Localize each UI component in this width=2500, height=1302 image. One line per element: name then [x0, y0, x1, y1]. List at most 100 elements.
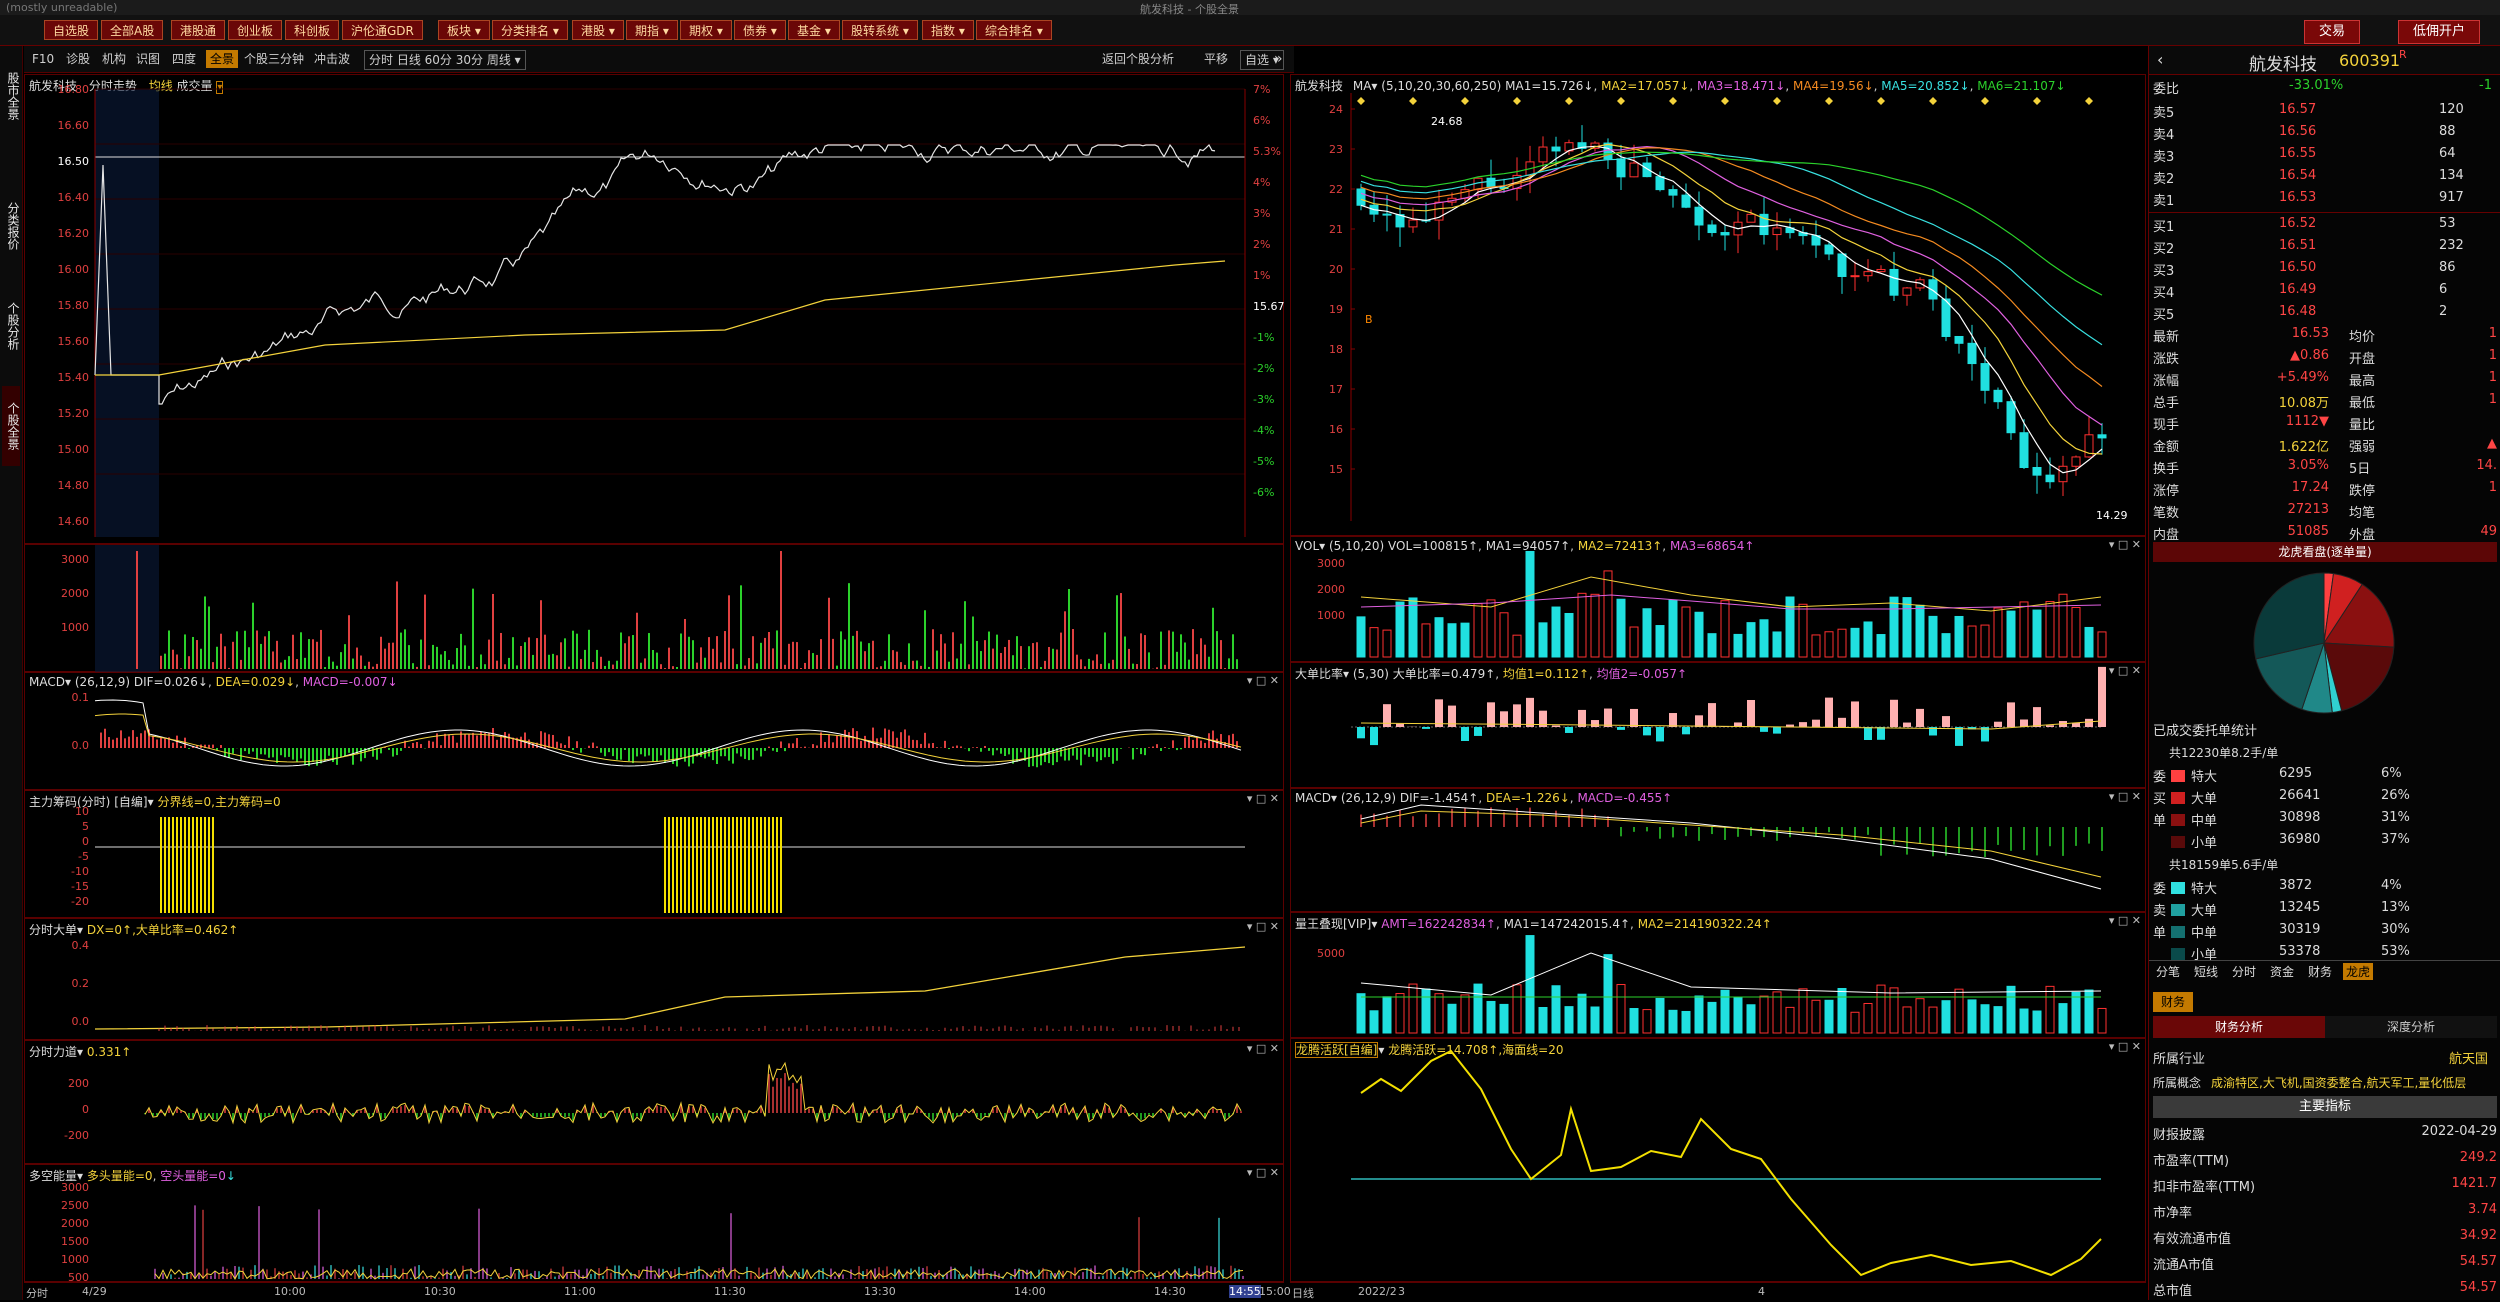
- quote-tab-2[interactable]: 分时: [2229, 963, 2259, 980]
- sell-level[interactable]: 卖116.53917: [2149, 190, 2500, 212]
- open-account-button[interactable]: 低佣开户: [2398, 20, 2480, 44]
- sell-level[interactable]: 卖216.54134: [2149, 168, 2500, 190]
- toolbar-item-5[interactable]: 沪伦通GDR: [342, 20, 423, 40]
- ratio-bar: [2020, 719, 2028, 727]
- rvol-bar: [1409, 598, 1417, 657]
- quote-tab-0[interactable]: 分笔: [2153, 963, 2183, 980]
- f10-button[interactable]: F10: [32, 50, 54, 68]
- finance-tab[interactable]: 财务: [2153, 992, 2193, 1012]
- ratio-bar: [1435, 699, 1443, 727]
- toolbar-item-14[interactable]: 指数 ▾: [922, 20, 974, 40]
- toolbar-item-15[interactable]: 综合排名 ▾: [976, 20, 1052, 40]
- pct-tick: 4%: [1253, 176, 1270, 189]
- back-button[interactable]: 返回个股分析: [1102, 50, 1174, 68]
- toolbar-item-8[interactable]: 港股 ▾: [572, 20, 624, 40]
- toolbar-item-11[interactable]: 债券 ▾: [734, 20, 786, 40]
- period-selector[interactable]: 分时 日线 60分 30分 周线 ▾: [364, 50, 526, 70]
- quanjing-button[interactable]: 全景: [206, 50, 238, 68]
- sell-total-text: 共18159单5.6手/单: [2169, 858, 2278, 872]
- dadan-chart[interactable]: 0.40.20.0: [25, 919, 1285, 1041]
- zhuli-chart[interactable]: 1050-5-10-15-20: [25, 791, 1285, 919]
- period-3[interactable]: 30分: [456, 53, 487, 67]
- kline-candle: [1903, 288, 1911, 295]
- pct-tick: 2%: [1253, 238, 1270, 251]
- quote-tab-1[interactable]: 短线: [2191, 963, 2221, 980]
- sell-level[interactable]: 卖416.5688: [2149, 124, 2500, 146]
- buy-level[interactable]: 买216.51232: [2149, 238, 2500, 260]
- rvol-bar: [1877, 635, 1885, 657]
- toolbar-item-7[interactable]: 分类排名 ▾: [492, 20, 568, 40]
- back-arrow-icon[interactable]: ‹: [2157, 50, 2163, 69]
- expand-icon[interactable]: »: [1274, 50, 1283, 68]
- pan-button[interactable]: 平移: [1204, 50, 1228, 68]
- toolbar-item-9[interactable]: 期指 ▾: [626, 20, 678, 40]
- trade-button[interactable]: 交易: [2304, 20, 2360, 44]
- tab-stock-analysis[interactable]: 个股分析: [2, 286, 20, 366]
- period-4[interactable]: 周线 ▾: [487, 53, 521, 67]
- sidu-button[interactable]: 四度: [172, 50, 196, 68]
- sell-level[interactable]: 卖316.5564: [2149, 146, 2500, 168]
- liangwang-chart[interactable]: 5000: [1291, 913, 2147, 1039]
- toolbar-item-0[interactable]: 自选股: [44, 20, 98, 40]
- lw-bar: [1773, 992, 1781, 1033]
- ma-line: [1361, 146, 2102, 472]
- deep-analysis-tab[interactable]: 深度分析: [2325, 1016, 2497, 1038]
- stat-label: 现手: [2153, 414, 2179, 433]
- jigou-button[interactable]: 机构: [102, 50, 126, 68]
- toolbar-item-3[interactable]: 创业板: [228, 20, 282, 40]
- chongjibo-button[interactable]: 冲击波: [314, 50, 350, 68]
- level-label: 买2: [2153, 238, 2174, 257]
- stat-label: 强弱: [2349, 436, 2375, 455]
- ratio-bar: [1747, 700, 1755, 727]
- toolbar-item-4[interactable]: 科创板: [285, 20, 339, 40]
- intraday-chart[interactable]: 16.8016.6016.5016.4016.2016.0015.8015.60…: [25, 75, 1285, 545]
- toolbar-item-13[interactable]: 股转系统 ▾: [842, 20, 918, 40]
- longteng-chart[interactable]: [1291, 1039, 2147, 1283]
- period-0[interactable]: 分时: [369, 53, 397, 67]
- kline-candle: [1994, 390, 2002, 401]
- toolbar-item-10[interactable]: 期权 ▾: [680, 20, 732, 40]
- toolbar-item-1[interactable]: 全部A股: [101, 20, 163, 40]
- buy-level[interactable]: 买316.5086: [2149, 260, 2500, 282]
- macd-right-chart[interactable]: [1291, 789, 2147, 913]
- vol-chart[interactable]: 300020001000: [1291, 537, 2147, 663]
- buy-level[interactable]: 买416.496: [2149, 282, 2500, 304]
- buy-level[interactable]: 买116.5253: [2149, 216, 2500, 238]
- quote-tab-4[interactable]: 财务: [2305, 963, 2335, 980]
- diamond-marker: [1513, 97, 1521, 105]
- stat-value: +5.49%: [2269, 370, 2329, 385]
- weibi-value: -33.01%: [2289, 78, 2343, 93]
- duokong-chart[interactable]: 30002500200015001000500: [25, 1165, 1285, 1283]
- rvol-bar: [2046, 602, 2054, 657]
- period-2[interactable]: 60分: [425, 53, 456, 67]
- fin-analysis-tab[interactable]: 财务分析: [2153, 1016, 2325, 1038]
- lw-bar: [1994, 1007, 2002, 1033]
- zhengu-button[interactable]: 诊股: [66, 50, 90, 68]
- tab-stock-panorama[interactable]: 个股全景: [2, 386, 20, 466]
- toolbar-item-2[interactable]: 港股通: [171, 20, 225, 40]
- kline-candle: [2046, 475, 2054, 482]
- rvol-tick: 2000: [1317, 583, 1345, 596]
- tab-category[interactable]: 分类报价: [2, 186, 20, 266]
- quote-tab-3[interactable]: 资金: [2267, 963, 2297, 980]
- macd-left-chart[interactable]: 0.10.0: [25, 673, 1285, 791]
- vol-panel: VOL▾ (5,10,20) VOL=100815↑, MA1=94057↑, …: [1290, 536, 2146, 662]
- fin-label: 市净率: [2153, 1202, 2192, 1221]
- quote-tab-5[interactable]: 龙虎: [2343, 963, 2373, 980]
- toolbar-item-6[interactable]: 板块 ▾: [438, 20, 490, 40]
- dadanratio-chart[interactable]: [1291, 663, 2147, 789]
- toolbar-item-12[interactable]: 基金 ▾: [788, 20, 840, 40]
- fin-value: 249.2: [2460, 1150, 2497, 1165]
- rvol-tick: 3000: [1317, 557, 1345, 570]
- period-1[interactable]: 日线: [397, 53, 425, 67]
- kline-chart[interactable]: 2423222120191817161524.6814.29B: [1291, 75, 2147, 537]
- level-volume: 64: [2439, 146, 2456, 161]
- lidao-chart[interactable]: 2000-200: [25, 1041, 1285, 1165]
- intraday-volume-chart[interactable]: 300020001000: [25, 545, 1285, 673]
- sell-level[interactable]: 卖516.57120: [2149, 102, 2500, 124]
- three-minute-button[interactable]: 个股三分钟: [244, 50, 304, 68]
- tab-market[interactable]: 股市全景: [2, 56, 20, 136]
- level-price: 16.50: [2279, 260, 2316, 275]
- shitu-button[interactable]: 识图: [136, 50, 160, 68]
- buy-level[interactable]: 买516.482: [2149, 304, 2500, 326]
